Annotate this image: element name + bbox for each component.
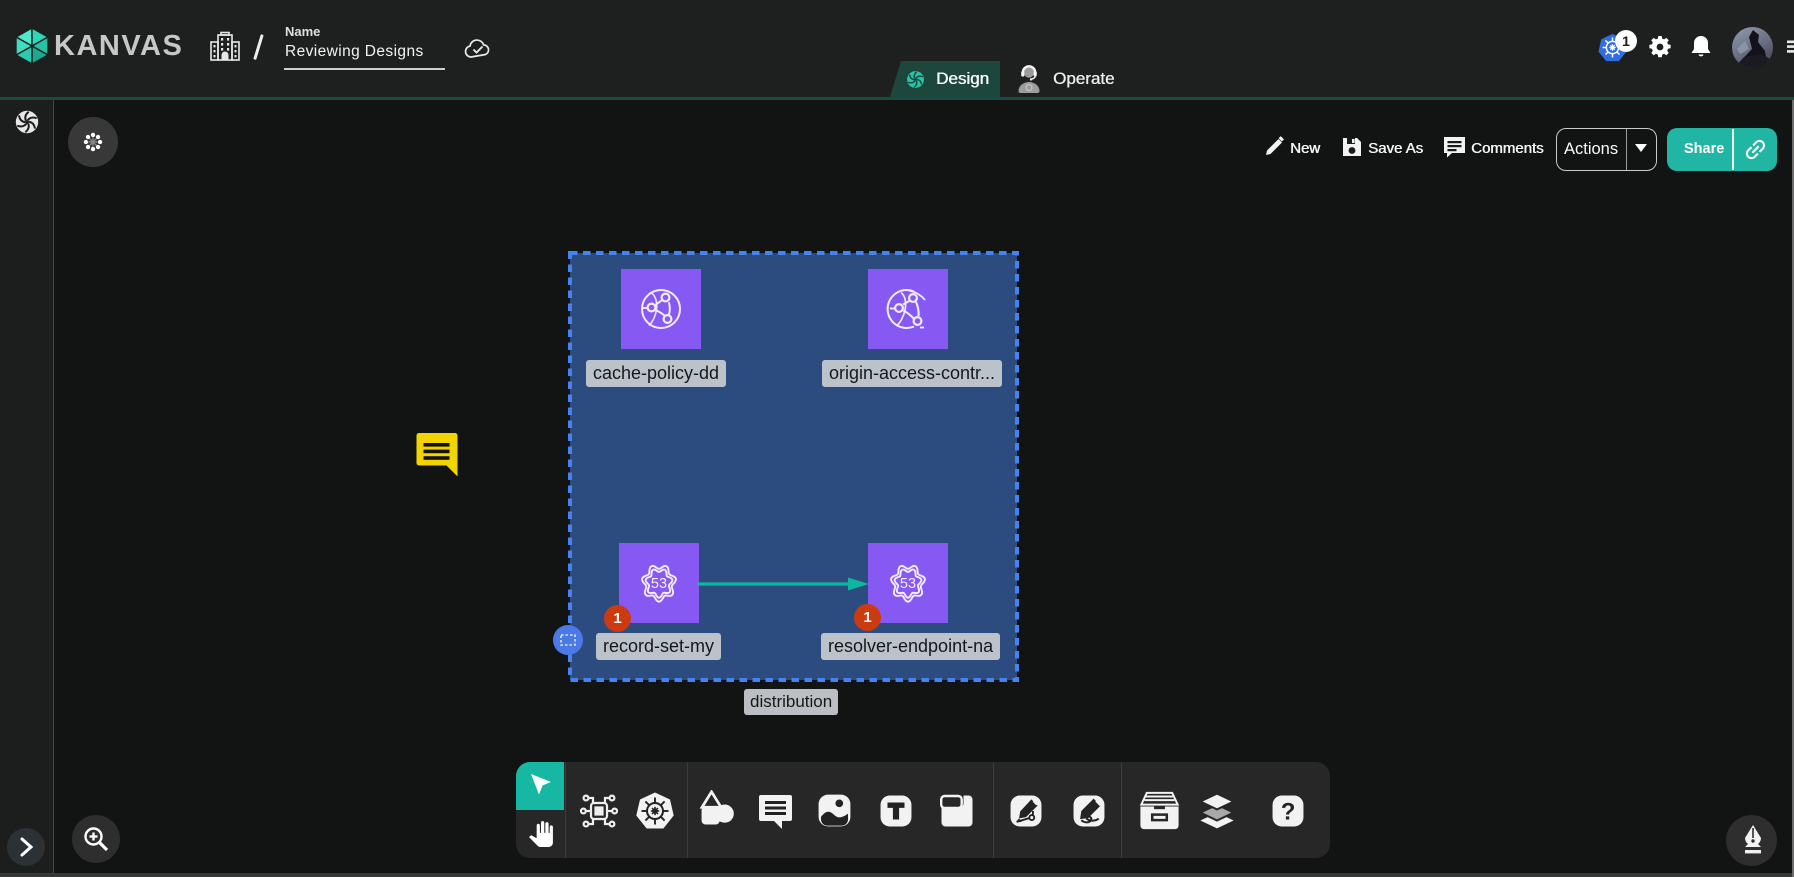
svg-text:?: ?	[1281, 799, 1296, 826]
